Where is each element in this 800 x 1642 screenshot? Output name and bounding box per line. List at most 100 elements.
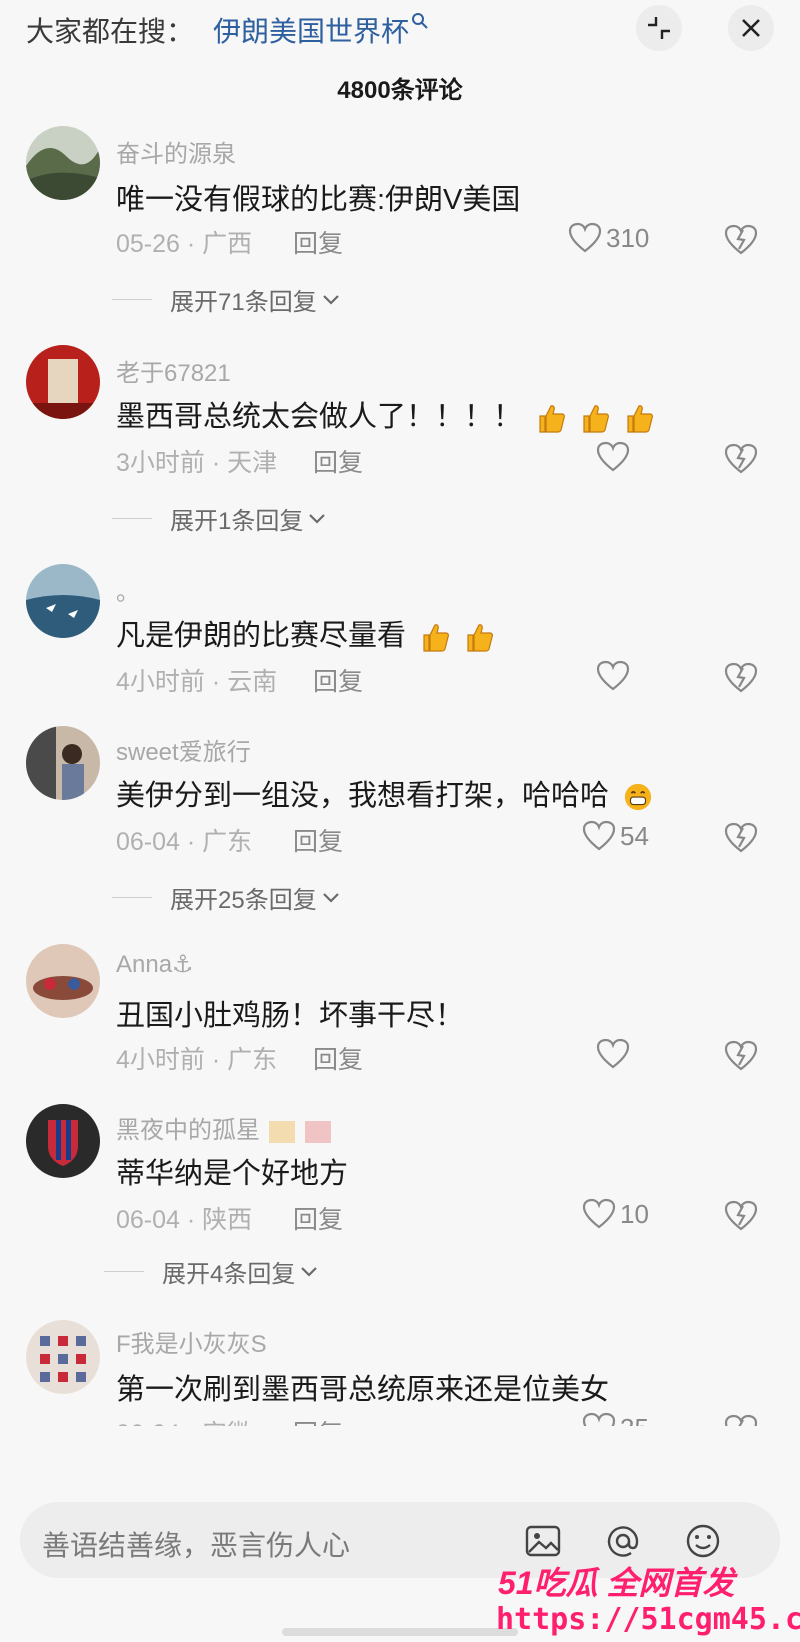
reply-button[interactable]: 回复 <box>313 1040 363 1076</box>
collapse-button[interactable] <box>636 5 682 51</box>
heart-icon <box>596 441 630 472</box>
search-icon <box>412 13 428 29</box>
like-button[interactable] <box>596 441 630 473</box>
reply-button[interactable]: 回复 <box>293 822 343 858</box>
comment-username[interactable]: 老于67821 <box>116 353 231 388</box>
comment-username[interactable]: 奋斗的源泉 <box>116 134 236 169</box>
heart-icon <box>596 1038 630 1069</box>
dislike-icon[interactable] <box>724 1198 758 1232</box>
dislike-icon[interactable] <box>724 660 758 694</box>
grin-emoji <box>624 784 652 811</box>
comment-time: 3小时前 <box>116 449 205 477</box>
comment-location: 广西 <box>202 230 253 258</box>
comment-text: 墨西哥总统太会做人了！！！！ <box>116 393 654 435</box>
comment-text: 第一次刷到墨西哥总统原来还是位美女 <box>116 1374 610 1406</box>
emoji-icon[interactable] <box>684 1522 722 1560</box>
comment-time: 4小时前 <box>116 668 205 696</box>
expand-label: 展开71条回复 <box>170 289 317 316</box>
avatar[interactable] <box>26 1320 100 1394</box>
comment-text: 凡是伊朗的比赛尽量看 <box>116 612 494 654</box>
reply-button[interactable]: 回复 <box>293 1200 343 1236</box>
like-button[interactable] <box>596 1038 630 1070</box>
comment-username[interactable]: sweet爱旅行 <box>116 732 251 767</box>
chevron-down-icon <box>309 513 326 524</box>
chevron-down-icon <box>322 294 339 305</box>
comment-time: 05-26 <box>116 230 180 258</box>
comment-meta: 3小时前 · 天津 <box>116 449 278 477</box>
comment-meta: 4小时前 · 云南 <box>116 668 278 696</box>
expand-replies-button[interactable]: 展开71条回复 <box>112 282 341 317</box>
close-icon <box>742 19 760 37</box>
avatar[interactable] <box>26 944 100 1018</box>
image-icon[interactable] <box>524 1522 562 1560</box>
expand-label: 展开1条回复 <box>170 508 304 535</box>
badge <box>268 1120 295 1143</box>
like-button[interactable]: 310 <box>568 222 649 254</box>
avatar[interactable] <box>26 726 100 800</box>
heart-icon <box>568 222 602 253</box>
like-count: 10 <box>620 1198 649 1229</box>
comment-count: 4800条评论 <box>337 77 463 104</box>
like-count: 35 <box>620 1413 649 1427</box>
comment-text: 蒂华纳是个好地方 <box>116 1158 349 1190</box>
dislike-icon[interactable] <box>724 820 758 854</box>
expand-label: 展开25条回复 <box>170 887 317 914</box>
comment-location: 陕西 <box>202 1206 253 1234</box>
comment-username[interactable]: 黑夜中的孤星 <box>116 1110 332 1145</box>
comment-username[interactable]: F我是小灰灰S <box>116 1324 267 1359</box>
avatar[interactable] <box>26 345 100 419</box>
chevron-down-icon <box>322 892 339 903</box>
expand-replies-button[interactable]: 展开1条回复 <box>112 501 327 536</box>
reply-button[interactable]: 回复 <box>313 662 363 698</box>
comment-time: 06-04 <box>116 1206 180 1234</box>
dislike-icon[interactable] <box>724 1412 758 1426</box>
expand-replies-button[interactable]: 展开25条回复 <box>112 880 341 915</box>
comment-meta: 06-04 · 广东 <box>116 828 253 856</box>
comment-text: 丑国小肚鸡肠！坏事干尽！ <box>116 1000 465 1032</box>
comment-location: 安徽 <box>202 1420 252 1426</box>
like-button[interactable]: 54 <box>582 820 649 852</box>
expand-replies-button[interactable]: 展开4条回复 <box>104 1254 319 1289</box>
heart-icon <box>596 660 630 691</box>
avatar[interactable] <box>26 1104 100 1178</box>
hot-search-term[interactable]: 伊朗美国世界杯 <box>213 10 409 50</box>
comment-item: F我是小灰灰S 第一次刷到墨西哥总统原来还是位美女 06-04 · 安徽 回复 … <box>0 1320 800 1426</box>
reply-button[interactable]: 回复 <box>293 1414 343 1426</box>
comment-location: 天津 <box>227 449 278 477</box>
close-button[interactable] <box>728 5 774 51</box>
heart-icon <box>582 1198 616 1229</box>
avatar[interactable] <box>26 564 100 638</box>
avatar[interactable] <box>26 126 100 200</box>
comment-location: 广东 <box>227 1046 278 1074</box>
heart-icon <box>582 820 616 851</box>
at-mention-icon[interactable] <box>604 1522 642 1560</box>
comment-location: 云南 <box>227 668 278 696</box>
dislike-icon[interactable] <box>724 222 758 256</box>
thumbs-up-emoji <box>539 405 566 433</box>
comment-time: 06-04 <box>116 828 180 856</box>
chevron-down-icon <box>301 1266 318 1277</box>
comment-text: 美伊分到一组没，我想看打架，哈哈哈 <box>116 772 653 814</box>
dislike-icon[interactable] <box>724 1038 758 1072</box>
collapse-icon <box>648 17 670 39</box>
thumbs-up-emoji <box>467 624 494 652</box>
heart-icon <box>582 1412 616 1426</box>
comment-username[interactable]: Anna⚓ <box>116 950 194 979</box>
like-count: 310 <box>606 222 650 253</box>
comment-text: 唯一没有假球的比赛:伊朗V美国 <box>116 184 521 216</box>
like-button[interactable] <box>596 660 630 692</box>
comment-username[interactable]: 。 <box>116 572 140 607</box>
like-button[interactable]: 35 <box>582 1412 649 1426</box>
badge <box>305 1120 332 1143</box>
thumbs-up-emoji <box>627 405 654 433</box>
comment-meta: 06-04 · 陕西 <box>116 1206 253 1234</box>
like-button[interactable]: 10 <box>582 1198 649 1230</box>
comment-input-placeholder[interactable]: 善语结善缘，恶言伤人心 <box>42 1524 350 1564</box>
reply-button[interactable]: 回复 <box>293 224 343 260</box>
home-indicator <box>282 1628 518 1636</box>
dislike-icon[interactable] <box>724 441 758 475</box>
reply-button[interactable]: 回复 <box>313 443 363 479</box>
watermark: 51吃瓜 全网首发 https://51cgm45.com <box>496 1558 800 1637</box>
comment-location: 广东 <box>202 828 253 856</box>
comment-time: 06-04 <box>116 1420 180 1426</box>
